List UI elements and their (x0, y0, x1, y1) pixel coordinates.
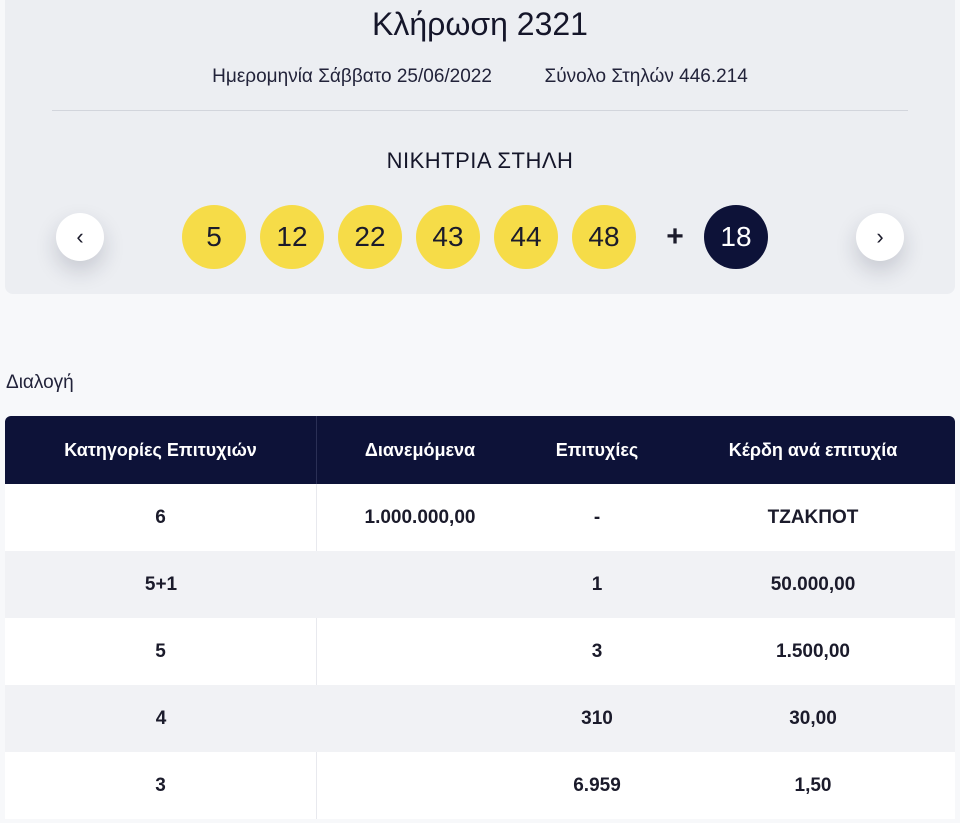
winning-number-ball: 22 (338, 205, 402, 269)
draw-title: Κλήρωση 2321 (372, 6, 588, 42)
cell-category: 5+1 (144, 573, 178, 595)
table-row: 5+1 1 50.000,00 (5, 551, 955, 618)
total-label: Σύνολο Στηλών (544, 66, 674, 87)
cell-prize: 1.500,00 (776, 640, 850, 662)
cell-winners: 310 (581, 707, 613, 729)
cell-prize: 30,00 (789, 707, 837, 729)
cell-category: 5 (5, 618, 317, 685)
cell-prize: ΤΖΑΚΠΟΤ (767, 506, 859, 528)
filter-label: Διαλογή (6, 372, 74, 393)
header-prize-per-winner: Κέρδη ανά επιτυχία (728, 439, 898, 460)
joker-number-ball: 18 (704, 205, 768, 269)
cell-winners: 1 (591, 573, 603, 595)
cell-prize: 50.000,00 (770, 573, 856, 595)
cell-distributed (317, 685, 523, 752)
next-draw-button[interactable]: › (856, 213, 904, 261)
draw-card (5, 0, 955, 294)
table-row: 4 310 30,00 (5, 685, 955, 752)
date-label: Ημερομηνία (212, 66, 313, 87)
cell-distributed (317, 752, 523, 819)
cell-prize: 1,50 (794, 774, 832, 796)
table-row: 5 3 1.500,00 (5, 618, 955, 685)
cell-category: 6 (5, 484, 317, 551)
header-winners: Επιτυχίες (555, 439, 639, 460)
winning-number-ball: 43 (416, 205, 480, 269)
draw-meta: Ημερομηνία Σάββατο 25/06/2022 Σύνολο Στη… (0, 66, 960, 88)
cell-category: 4 (155, 707, 167, 729)
plus-sign: + (666, 220, 684, 253)
cell-winners: 3 (591, 640, 603, 662)
divider (52, 110, 908, 111)
date-value: Σάββατο 25/06/2022 (318, 66, 492, 87)
chevron-left-icon: ‹ (76, 224, 84, 249)
chevron-right-icon: › (876, 224, 884, 249)
header-distributed: Διανεμόμενα (364, 439, 476, 460)
winning-number-ball: 48 (572, 205, 636, 269)
winning-number-ball: 12 (260, 205, 324, 269)
winning-column-label: ΝΙΚΗΤΡΙΑ ΣΤΗΛΗ (386, 148, 574, 173)
previous-draw-button[interactable]: ‹ (56, 213, 104, 261)
winning-number-ball: 44 (494, 205, 558, 269)
cell-winners: - (593, 506, 601, 528)
total-value: 446.214 (679, 66, 748, 87)
cell-distributed: 1.000.000,00 (364, 506, 476, 528)
cell-category: 3 (5, 752, 317, 819)
table-row: 3 6.959 1,50 (5, 752, 955, 819)
prize-table: Κατηγορίες Επιτυχιών Διανεμόμενα Επιτυχί… (5, 416, 955, 819)
cell-distributed (317, 551, 523, 618)
header-category: Κατηγορίες Επιτυχιών (5, 416, 317, 484)
cell-winners: 6.959 (573, 774, 621, 796)
winning-number-ball: 5 (182, 205, 246, 269)
table-row: 6 1.000.000,00 - ΤΖΑΚΠΟΤ (5, 484, 955, 551)
cell-distributed (317, 618, 523, 685)
table-header: Κατηγορίες Επιτυχιών Διανεμόμενα Επιτυχί… (5, 416, 955, 484)
